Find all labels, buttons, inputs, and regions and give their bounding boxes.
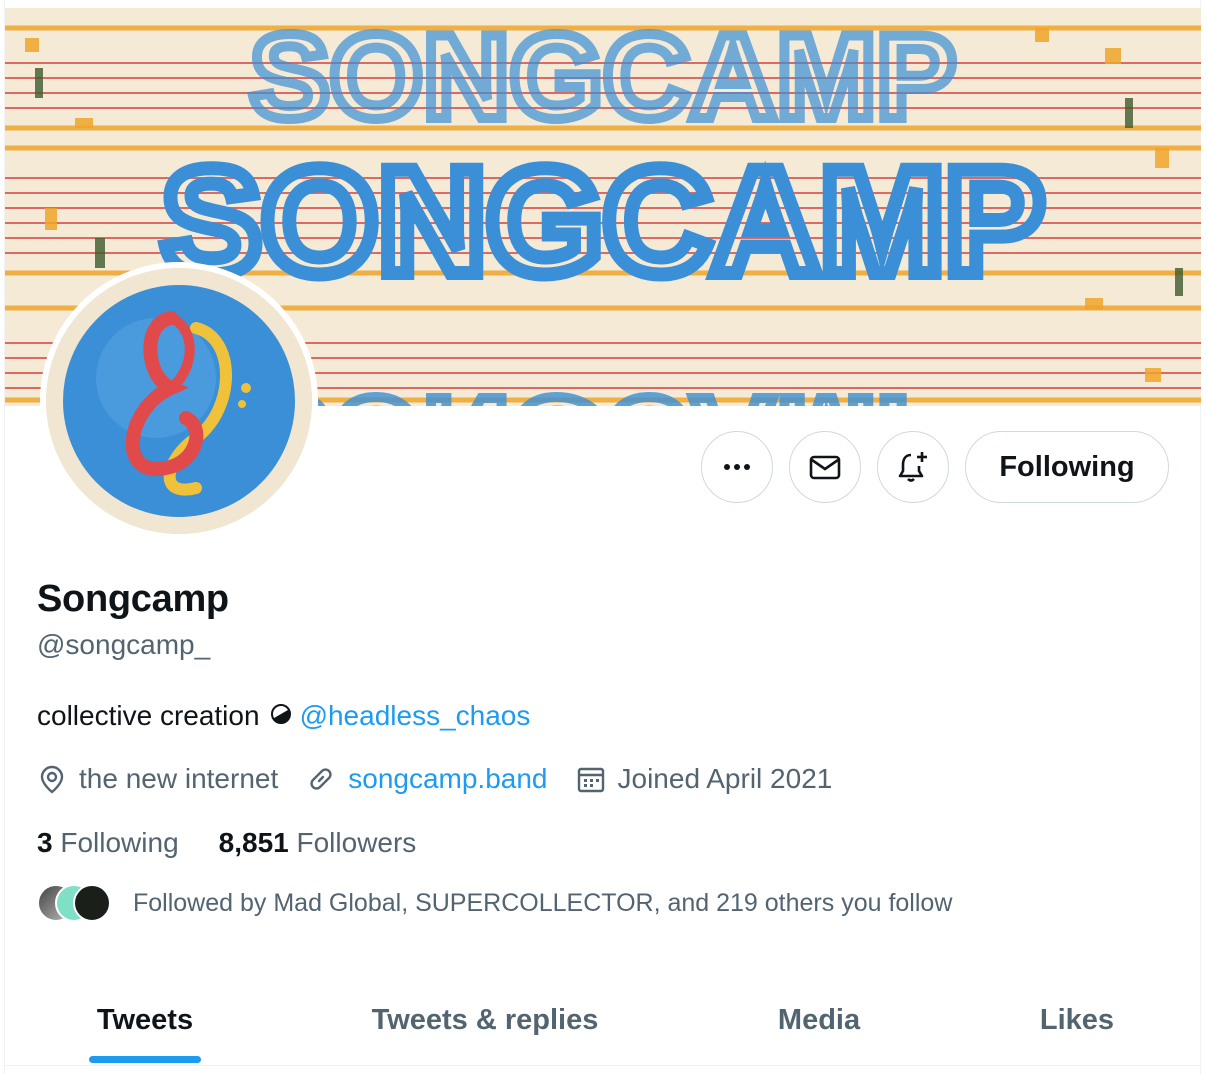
bio-emoji <box>270 704 291 724</box>
follower-avatars <box>37 884 111 922</box>
tab-tweets-replies[interactable]: Tweets & replies <box>285 975 685 1065</box>
profile-name: Songcamp <box>37 578 229 620</box>
profile-website[interactable]: songcamp.band <box>306 763 548 795</box>
bell-plus-icon <box>898 452 927 482</box>
website-link[interactable]: songcamp.band <box>348 763 547 795</box>
tab-likes[interactable]: Likes <box>953 975 1201 1065</box>
message-button[interactable] <box>789 431 861 503</box>
notifications-button[interactable] <box>877 431 949 503</box>
tab-label: Media <box>777 1003 861 1036</box>
tab-label: Tweets & replies <box>371 1003 599 1036</box>
profile-handle: @songcamp_ <box>37 629 211 660</box>
followers-count-link[interactable]: 8,851 Followers <box>219 827 417 859</box>
followed-by[interactable]: Followed by Mad Global, SUPERCOLLECTOR, … <box>37 884 952 922</box>
tab-tweets[interactable]: Tweets <box>5 975 285 1065</box>
link-icon <box>310 768 332 790</box>
follow-counts: 3 Following 8,851 Followers <box>37 827 456 859</box>
banner-mirrored-lettering: SONGCAMP <box>250 372 957 406</box>
profile-page: SONGCAMP SONGCAMP SONGCAMP <box>0 0 1206 1074</box>
calendar-icon <box>577 767 604 793</box>
active-tab-indicator <box>89 1056 201 1063</box>
location-pin-icon <box>40 765 64 794</box>
mail-icon <box>809 455 841 480</box>
profile-meta: the new internet songcamp.band Joined Ap… <box>37 763 860 795</box>
location-text: the new internet <box>79 763 279 794</box>
following-count-link[interactable]: 3 Following <box>37 827 179 859</box>
more-button[interactable] <box>701 431 773 503</box>
profile-location: the new internet <box>37 763 278 795</box>
avatar-logo-icon <box>46 268 312 534</box>
profile-tabs: Tweets Tweets & replies Media Likes <box>5 975 1201 1066</box>
banner-top-lettering: SONGCAMP <box>250 10 957 144</box>
bio-text: collective creation <box>37 700 260 731</box>
following-label: Following <box>60 827 179 858</box>
profile-joined: Joined April 2021 <box>576 763 833 795</box>
followed-by-text: Followed by Mad Global, SUPERCOLLECTOR, … <box>133 888 953 917</box>
follower-avatar <box>73 884 111 922</box>
profile-bio: collective creation @headless_chaos <box>37 700 530 732</box>
half-moon-icon <box>270 700 292 732</box>
following-button[interactable]: Following <box>965 431 1169 503</box>
tab-label: Tweets <box>96 1003 194 1036</box>
tab-media[interactable]: Media <box>685 975 953 1065</box>
tab-label: Likes <box>1039 1003 1115 1036</box>
more-icon <box>724 464 750 470</box>
followers-count: 8,851 <box>218 827 289 858</box>
joined-text: Joined April 2021 <box>617 763 833 794</box>
following-count: 3 <box>37 827 53 858</box>
profile-avatar[interactable] <box>40 262 318 540</box>
banner-main-lettering: SONGCAMP <box>161 137 1044 305</box>
followers-label: Followers <box>296 827 417 858</box>
bio-mention-link[interactable]: @headless_chaos <box>300 700 531 732</box>
